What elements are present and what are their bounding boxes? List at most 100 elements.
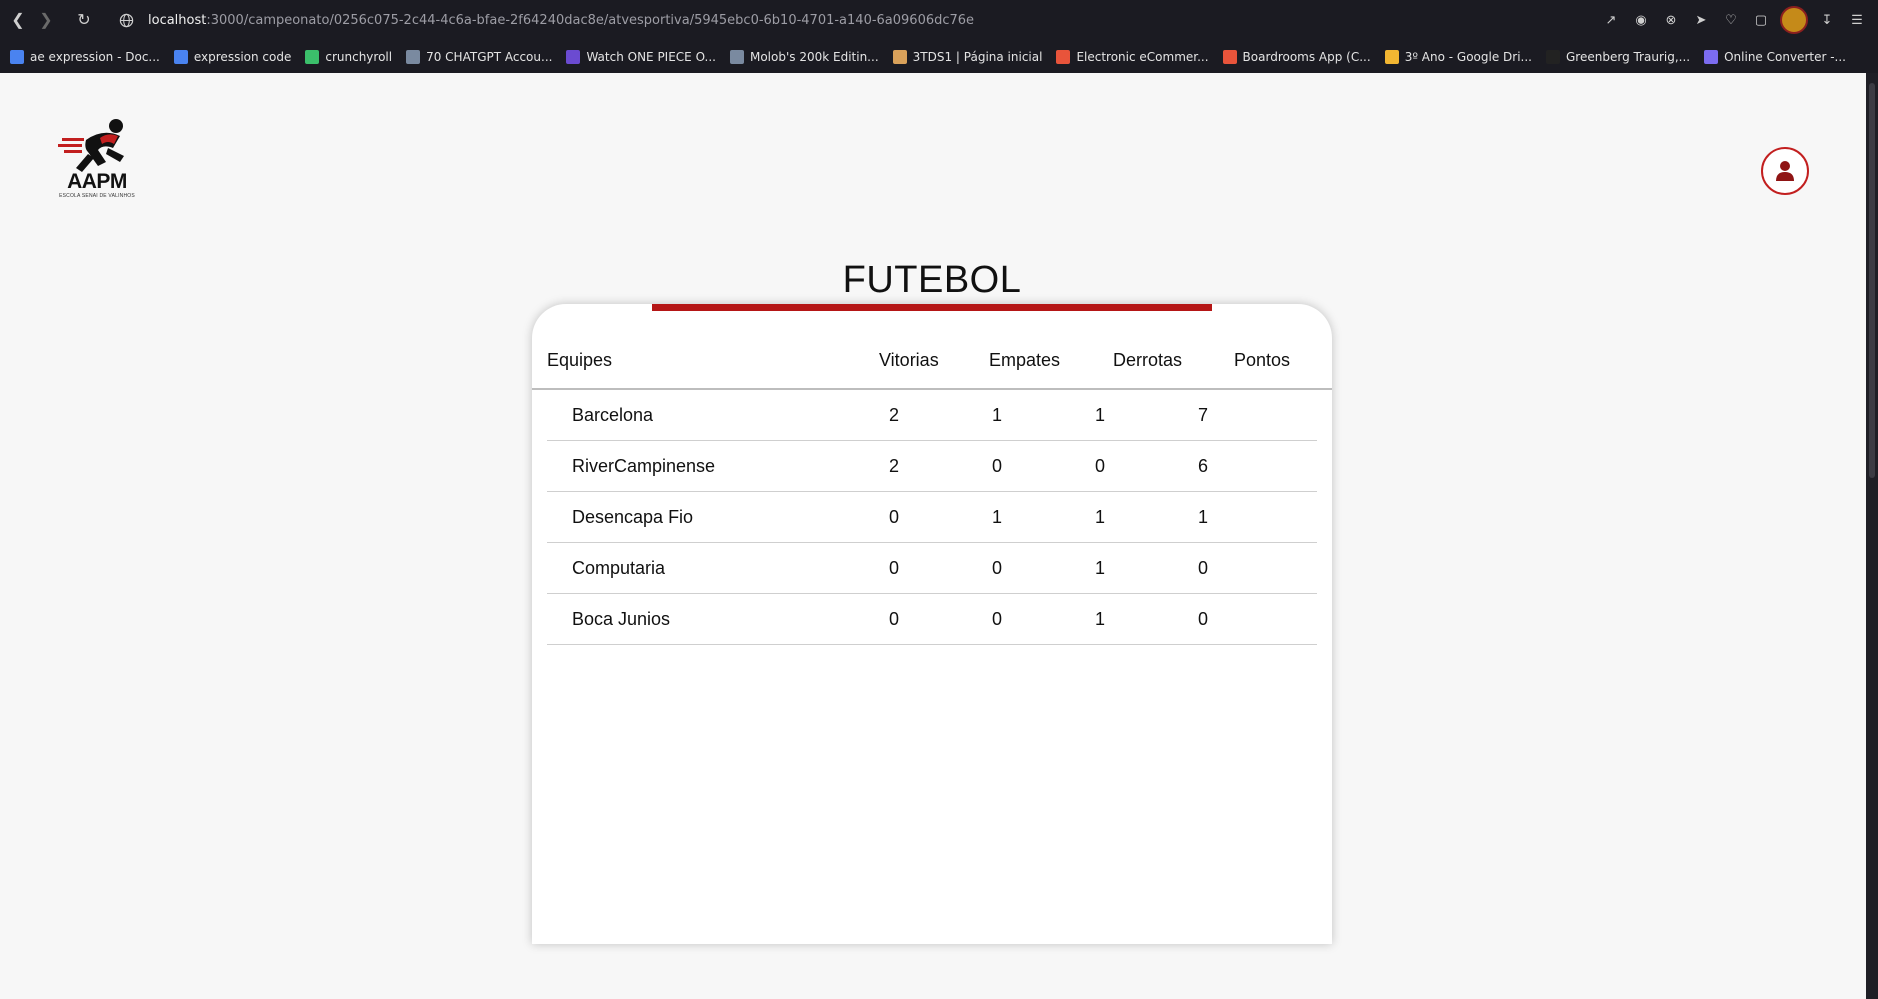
url-field[interactable]: localhost:3000/campeonato/0256c075-2c44-… (148, 13, 974, 28)
derrotas-cell: 1 (1094, 609, 1105, 629)
empates-cell: 1 (991, 507, 1002, 527)
bookmark-label: Boardrooms App (C... (1242, 49, 1371, 64)
screenshot-icon[interactable]: ◉ (1630, 6, 1652, 34)
pontos-cell: 0 (1197, 609, 1208, 629)
bookmark-item[interactable]: ae expression - Doc... (10, 49, 160, 64)
back-icon[interactable]: ❮ (4, 6, 32, 34)
bookmark-favicon-icon (406, 49, 421, 64)
bookmark-label: crunchyroll (325, 49, 393, 64)
scrollbar-thumb[interactable] (1869, 83, 1875, 478)
pontos-cell: 6 (1197, 456, 1208, 476)
profile-avatar[interactable] (1780, 6, 1808, 34)
derrotas-cell: 1 (1094, 558, 1105, 578)
vitorias-cell: 2 (888, 405, 899, 425)
bookmark-label: 3TDS1 | Página inicial (912, 49, 1043, 64)
bookmark-label: 3º Ano - Google Dri... (1404, 49, 1532, 64)
pontos-cell: 1 (1197, 507, 1208, 527)
aapm-logo[interactable]: AAPM ESCOLA SENAI DE VALINHOS (58, 118, 136, 208)
user-profile-button[interactable] (1761, 147, 1809, 195)
reload-icon[interactable]: ↻ (70, 6, 98, 34)
download-icon[interactable]: ↧ (1816, 6, 1838, 34)
bookmark-favicon-icon (566, 49, 581, 64)
logo-text: AAPM (67, 170, 127, 193)
bookmark-item[interactable]: Molob's 200k Editin... (729, 49, 879, 64)
bookmark-favicon-icon (1546, 49, 1560, 64)
vitorias-cell: 0 (888, 558, 899, 578)
bookmark-favicon-icon (1056, 49, 1071, 64)
bookmark-label: Molob's 200k Editin... (749, 49, 879, 64)
empates-cell: 0 (991, 609, 1002, 629)
card-accent-bar (652, 304, 1212, 311)
bookmark-favicon-icon (10, 49, 24, 64)
address-bar-row: ❮ ❯ ↻ localhost:3000/campeonato/0256c075… (0, 0, 1878, 40)
page-title: FUTEBOL (842, 259, 1022, 301)
bookmark-item[interactable]: 70 CHATGPT Accou... (406, 49, 552, 64)
bookmark-item[interactable]: 3º Ano - Google Dri... (1384, 49, 1532, 64)
user-icon (1776, 161, 1794, 181)
bookmark-item[interactable]: Electronic eCommer... (1056, 49, 1209, 64)
derrotas-cell: 0 (1094, 456, 1105, 476)
bookmark-item[interactable]: Boardrooms App (C... (1222, 49, 1371, 64)
column-header-equipes[interactable]: Equipes (547, 350, 612, 371)
close-circle-icon[interactable]: ⊗ (1660, 6, 1682, 34)
vitorias-cell: 0 (888, 609, 899, 629)
bookmark-favicon-icon (1222, 49, 1237, 64)
pontos-cell: 7 (1197, 405, 1208, 425)
logo-subtext: ESCOLA SENAI DE VALINHOS (59, 193, 135, 199)
site-info-icon[interactable] (112, 6, 140, 34)
bookmark-favicon-icon (1384, 49, 1399, 64)
table-row: RiverCampinense 2 0 0 6 (547, 441, 1317, 492)
team-name-cell: RiverCampinense (572, 456, 716, 476)
bookmark-item[interactable]: 3TDS1 | Página inicial (892, 49, 1043, 64)
extensions-icon[interactable]: ▢ (1750, 6, 1772, 34)
runner-logo-icon (58, 119, 124, 172)
column-header-vitorias[interactable]: Vitorias (879, 350, 939, 371)
empates-cell: 0 (991, 456, 1002, 476)
bookmark-label: expression code (193, 49, 292, 64)
forward-icon[interactable]: ❯ (32, 6, 60, 34)
team-name-cell: Desencapa Fio (572, 507, 694, 527)
send-icon[interactable]: ➤ (1690, 6, 1712, 34)
empates-cell: 1 (991, 405, 1002, 425)
bookmark-favicon-icon (729, 49, 744, 64)
bookmark-item[interactable]: Greenberg Traurig,... (1546, 49, 1691, 64)
table-row: Barcelona 2 1 1 7 (547, 390, 1317, 441)
team-name-cell: Boca Junios (572, 609, 671, 629)
column-header-pontos[interactable]: Pontos (1234, 350, 1290, 371)
column-header-empates[interactable]: Empates (989, 350, 1060, 371)
bookmark-label: ae expression - Doc... (30, 49, 160, 64)
bookmark-item[interactable]: expression code (173, 49, 292, 64)
derrotas-cell: 1 (1094, 507, 1105, 527)
bookmark-favicon-icon (305, 49, 320, 64)
pontos-cell: 0 (1197, 558, 1208, 578)
browser-chrome: ❮ ❯ ↻ localhost:3000/campeonato/0256c075… (0, 0, 1878, 73)
derrotas-cell: 1 (1094, 405, 1105, 425)
team-name-cell: Barcelona (572, 405, 654, 425)
bookmark-item[interactable]: Online Converter -... (1704, 49, 1846, 64)
browser-toolbar: ↗ ◉ ⊗ ➤ ♡ ▢ ↧ ☰ (1600, 6, 1868, 34)
bookmark-favicon-icon (892, 49, 907, 64)
menu-icon[interactable]: ☰ (1846, 6, 1868, 34)
bookmark-favicon-icon (173, 49, 188, 64)
table-header: Equipes Vitorias Empates Derrotas Pontos (547, 350, 1317, 388)
bookmark-label: Watch ONE PIECE O... (586, 49, 716, 64)
url-path: :3000/campeonato/0256c075-2c44-4c6a-bfae… (206, 12, 975, 28)
table-row: Computaria 0 0 1 0 (547, 543, 1317, 594)
bookmark-label: Online Converter -... (1724, 49, 1846, 64)
table-row: Boca Junios 0 0 1 0 (547, 594, 1317, 645)
bookmark-favicon-icon (1704, 49, 1719, 64)
vitorias-cell: 0 (888, 507, 899, 527)
bookmark-item[interactable]: crunchyroll (305, 49, 393, 64)
column-header-derrotas[interactable]: Derrotas (1113, 350, 1182, 371)
share-icon[interactable]: ↗ (1600, 6, 1622, 34)
heart-icon[interactable]: ♡ (1720, 6, 1742, 34)
url-host: localhost (148, 12, 207, 28)
team-name-cell: Computaria (572, 558, 666, 578)
table-row: Desencapa Fio 0 1 1 1 (547, 492, 1317, 543)
bookmark-item[interactable]: Watch ONE PIECE O... (566, 49, 716, 64)
bookmark-label: Electronic eCommer... (1076, 49, 1209, 64)
page-scrollbar[interactable] (1866, 73, 1878, 999)
bookmark-label: Greenberg Traurig,... (1566, 49, 1691, 64)
empates-cell: 0 (991, 558, 1002, 578)
vitorias-cell: 2 (888, 456, 899, 476)
